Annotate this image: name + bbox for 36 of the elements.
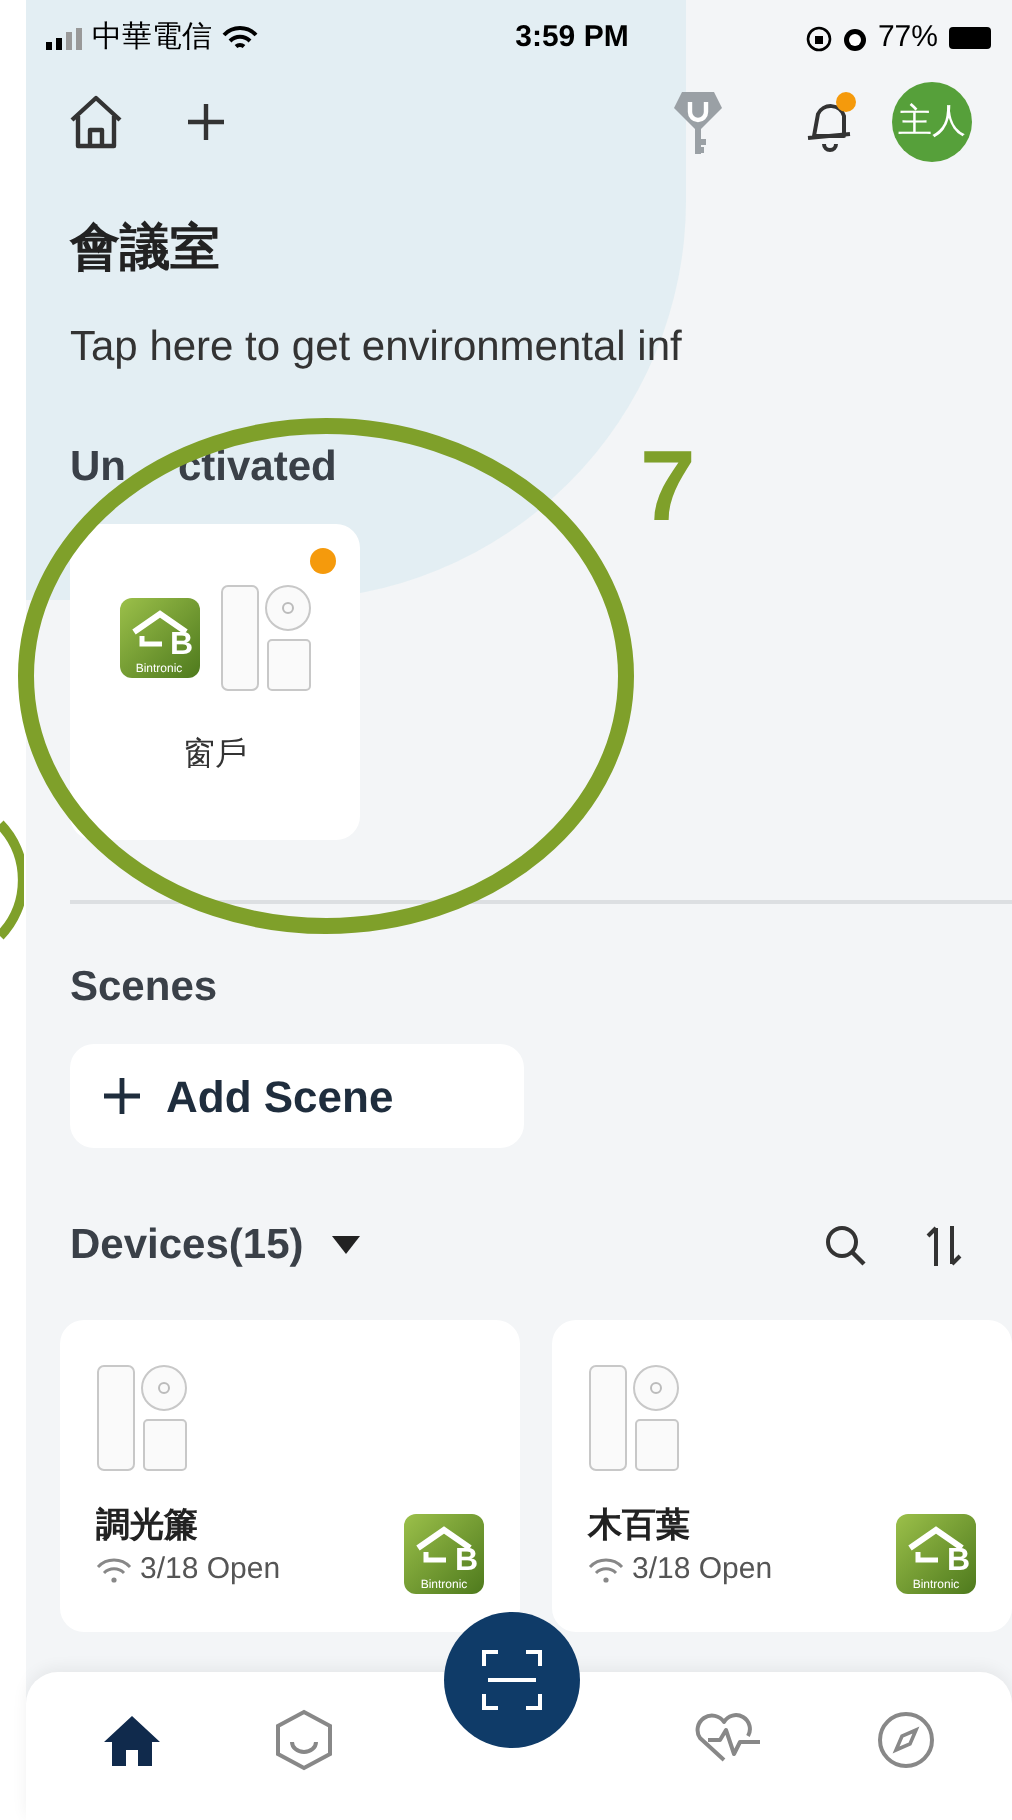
- search-icon[interactable]: [824, 1224, 868, 1268]
- annotation-number: 7: [640, 436, 696, 536]
- sensor-device-icon: [219, 584, 311, 692]
- dropdown-caret-icon[interactable]: [331, 1236, 360, 1256]
- compass-icon[interactable]: [876, 1710, 937, 1770]
- add-icon[interactable]: [186, 102, 226, 142]
- sort-icon[interactable]: [924, 1224, 964, 1268]
- section-heading: Un: [70, 442, 126, 494]
- environment-prompt[interactable]: Tap here to get environmental inf: [70, 318, 1012, 378]
- scan-icon: [480, 1648, 545, 1712]
- wifi-icon: [222, 25, 258, 51]
- add-scene-button[interactable]: Add Scene: [70, 1044, 524, 1148]
- device-name: 調光簾: [96, 1504, 200, 1548]
- device-name: 木百葉: [588, 1504, 692, 1548]
- room-title: 會議室: [70, 218, 222, 280]
- section-heading: Devices(15): [70, 1220, 304, 1273]
- wifi-icon: [96, 1557, 132, 1584]
- add-icon: [102, 1076, 142, 1116]
- device-name: 窗戶: [183, 735, 247, 776]
- battery-icon: [947, 26, 992, 50]
- sensor-device-icon: [588, 1364, 680, 1472]
- battery-percent: 77%: [877, 17, 938, 58]
- key-badge-icon[interactable]: [672, 88, 724, 156]
- annotation-arc: [0, 820, 24, 940]
- home-icon[interactable]: [66, 94, 126, 150]
- clock: 3:59 PM: [515, 17, 629, 58]
- wifi-icon: [588, 1557, 624, 1584]
- section-heading: Scenes: [70, 962, 220, 1014]
- sensor-device-icon: [96, 1364, 188, 1472]
- carrier-name: 中華電信: [92, 17, 212, 58]
- device-status: 3/18 Open: [140, 1550, 281, 1590]
- hexagon-smile-icon[interactable]: [273, 1708, 334, 1772]
- device-status: 3/18 Open: [632, 1550, 773, 1590]
- signal-icon: [46, 27, 82, 49]
- section-heading: ctivated: [178, 442, 337, 494]
- home-tab-icon[interactable]: [101, 1712, 162, 1768]
